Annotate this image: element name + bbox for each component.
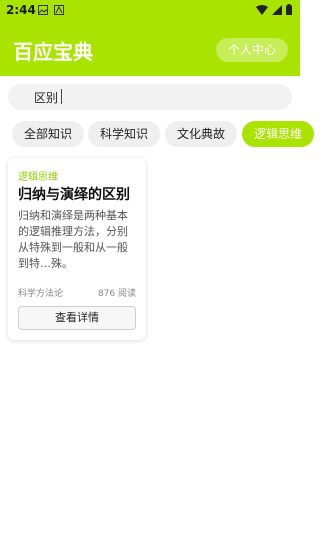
card-read-count: 876 阅读 [97, 289, 136, 299]
wifi-icon [256, 5, 268, 15]
status-bar: 2:44 [0, 0, 300, 24]
image-notification-icon [38, 5, 48, 15]
app-title: 百应宝典 [13, 40, 93, 64]
card-title: 归纳与演绎的区别 [18, 187, 130, 203]
card-tag: 科学方法论 [18, 289, 64, 299]
tab-cultural-allusions[interactable]: 文化典故 [165, 121, 238, 147]
app-notification-icon [54, 5, 64, 15]
category-tabs: 全部知识 科学知识 文化典故 逻辑思维 [0, 121, 315, 147]
view-details-button[interactable]: 查看详情 [18, 306, 136, 330]
battery-icon [286, 4, 292, 15]
search-input[interactable]: 区别 [34, 89, 58, 106]
signal-icon [272, 5, 282, 15]
status-time: 2:44 [6, 3, 36, 17]
knowledge-card[interactable]: 逻辑思维 归纳与演绎的区别 归纳和演绎是两种基本的逻辑推理方法，分别从特殊到一般… [8, 158, 146, 340]
search-bar[interactable]: 区别 [8, 84, 292, 110]
tab-science-knowledge[interactable]: 科学知识 [88, 121, 161, 147]
card-category: 逻辑思维 [18, 172, 58, 183]
app-header: 百应宝典 个人中心 [0, 24, 300, 76]
tab-logical-thinking[interactable]: 逻辑思维 [242, 121, 315, 147]
profile-center-button[interactable]: 个人中心 [215, 38, 288, 62]
card-description: 归纳和演绎是两种基本的逻辑推理方法，分别从特殊到一般和从一般到特…殊。 [18, 209, 128, 270]
text-cursor [61, 89, 62, 104]
tab-all-knowledge[interactable]: 全部知识 [12, 121, 85, 147]
